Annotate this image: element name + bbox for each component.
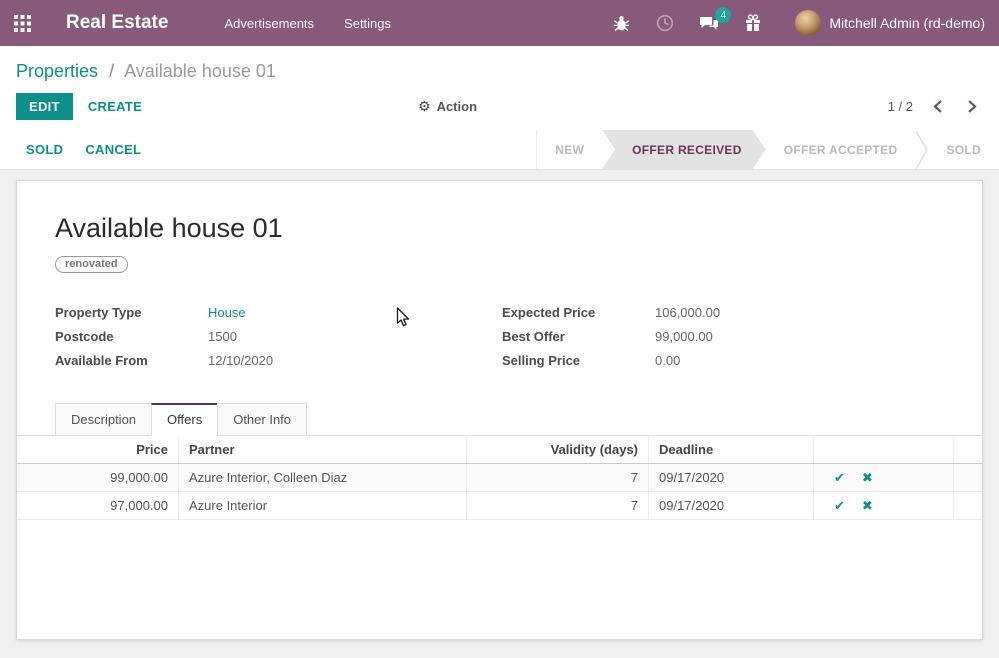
activities-clock-icon[interactable] xyxy=(655,13,675,33)
form-card: Available house 01 renovated Property Ty… xyxy=(16,180,983,640)
property-type-label: Property Type xyxy=(55,305,208,321)
action-menu-button[interactable]: ⚙ Action xyxy=(418,98,477,115)
table-row[interactable]: 97,000.00 Azure Interior 7 09/17/2020 ✔ … xyxy=(17,492,982,520)
stage-sold[interactable]: SOLD xyxy=(928,130,999,169)
app-name[interactable]: Real Estate xyxy=(66,12,168,34)
pager-previous-icon[interactable] xyxy=(927,98,948,115)
offer-partner: Azure Interior xyxy=(179,492,467,519)
tag-renovated: renovated xyxy=(55,256,128,273)
user-menu[interactable]: Mitchell Admin (rd-demo) xyxy=(795,10,985,36)
breadcrumb-separator: / xyxy=(109,61,114,81)
create-button[interactable]: CREATE xyxy=(88,99,142,114)
row-filler xyxy=(954,464,982,491)
stage-new[interactable]: NEW xyxy=(537,130,602,169)
available-from-label: Available From xyxy=(55,353,208,369)
gift-icon[interactable] xyxy=(743,13,763,33)
best-offer-value: 99,000.00 xyxy=(655,329,944,345)
debug-bug-icon[interactable] xyxy=(611,13,631,33)
offer-validity: 7 xyxy=(467,464,649,491)
page-title: Available house 01 xyxy=(55,213,944,244)
offer-partner: Azure Interior, Colleen Diaz xyxy=(179,464,467,491)
edit-button[interactable]: EDIT xyxy=(16,93,73,120)
expected-price-value: 106,000.00 xyxy=(655,305,944,321)
available-from-value: 12/10/2020 xyxy=(208,353,502,369)
refuse-x-icon[interactable]: ✖ xyxy=(862,498,873,514)
col-deadline[interactable]: Deadline xyxy=(649,436,814,463)
offer-deadline: 09/17/2020 xyxy=(649,464,814,491)
offer-validity: 7 xyxy=(467,492,649,519)
col-actions xyxy=(814,436,954,463)
messages-chat-icon[interactable]: 4 xyxy=(699,13,719,33)
best-offer-label: Best Offer xyxy=(502,329,655,345)
tab-description[interactable]: Description xyxy=(55,403,152,436)
tab-offers[interactable]: Offers xyxy=(151,403,218,436)
offer-deadline: 09/17/2020 xyxy=(649,492,814,519)
gear-icon: ⚙ xyxy=(418,98,431,115)
notebook-tabs: Description Offers Other Info xyxy=(17,403,982,436)
stage-pipeline: NEW OFFER RECEIVED OFFER ACCEPTED SOLD xyxy=(536,130,999,169)
sold-button[interactable]: SOLD xyxy=(26,142,63,157)
stage-chevron-icon xyxy=(915,130,928,170)
expected-price-label: Expected Price xyxy=(502,305,655,321)
user-name: Mitchell Admin (rd-demo) xyxy=(829,15,985,31)
breadcrumb-properties[interactable]: Properties xyxy=(16,61,98,81)
accept-check-icon[interactable]: ✔ xyxy=(834,470,845,486)
col-filler xyxy=(954,436,982,463)
breadcrumb-current: Available house 01 xyxy=(124,61,276,81)
control-panel: Properties / Available house 01 EDIT CRE… xyxy=(0,46,999,130)
selling-price-value: 0.00 xyxy=(655,353,944,369)
offers-table-header: Price Partner Validity (days) Deadline xyxy=(17,436,982,464)
pager-next-icon[interactable] xyxy=(962,98,983,115)
property-type-value[interactable]: House xyxy=(208,305,502,321)
field-group-left: Property Type House Postcode 1500 Availa… xyxy=(55,301,502,373)
pager-value: 1 / 2 xyxy=(888,99,913,114)
row-filler xyxy=(954,492,982,519)
top-menu: Advertisements Settings xyxy=(224,16,391,31)
stage-offer-received[interactable]: OFFER RECEIVED xyxy=(602,130,766,169)
col-validity[interactable]: Validity (days) xyxy=(467,436,649,463)
action-label: Action xyxy=(437,99,477,114)
stage-offer-accepted[interactable]: OFFER ACCEPTED xyxy=(766,130,916,169)
menu-settings[interactable]: Settings xyxy=(344,16,391,31)
offers-table: Price Partner Validity (days) Deadline 9… xyxy=(17,436,982,520)
menu-advertisements[interactable]: Advertisements xyxy=(224,16,314,31)
accept-check-icon[interactable]: ✔ xyxy=(834,498,845,514)
col-partner[interactable]: Partner xyxy=(179,436,467,463)
table-row[interactable]: 99,000.00 Azure Interior, Colleen Diaz 7… xyxy=(17,464,982,492)
user-avatar xyxy=(795,10,821,36)
pager: 1 / 2 xyxy=(888,98,983,115)
postcode-value: 1500 xyxy=(208,329,502,345)
tab-other-info[interactable]: Other Info xyxy=(217,403,307,436)
field-grid: Property Type House Postcode 1500 Availa… xyxy=(55,301,944,373)
top-navbar: Real Estate Advertisements Settings 4 xyxy=(0,0,999,46)
refuse-x-icon[interactable]: ✖ xyxy=(862,470,873,486)
content-area: Available house 01 renovated Property Ty… xyxy=(0,170,999,658)
breadcrumb: Properties / Available house 01 xyxy=(16,58,983,84)
offer-price: 97,000.00 xyxy=(17,492,179,519)
offer-price: 99,000.00 xyxy=(17,464,179,491)
cancel-button[interactable]: CANCEL xyxy=(85,142,141,157)
notification-badge: 4 xyxy=(715,7,731,23)
selling-price-label: Selling Price xyxy=(502,353,655,369)
status-bar: SOLD CANCEL NEW OFFER RECEIVED OFFER ACC… xyxy=(0,130,999,170)
postcode-label: Postcode xyxy=(55,329,208,345)
col-price[interactable]: Price xyxy=(17,436,179,463)
field-group-right: Expected Price 106,000.00 Best Offer 99,… xyxy=(502,301,944,373)
apps-grid-icon[interactable] xyxy=(14,15,48,32)
